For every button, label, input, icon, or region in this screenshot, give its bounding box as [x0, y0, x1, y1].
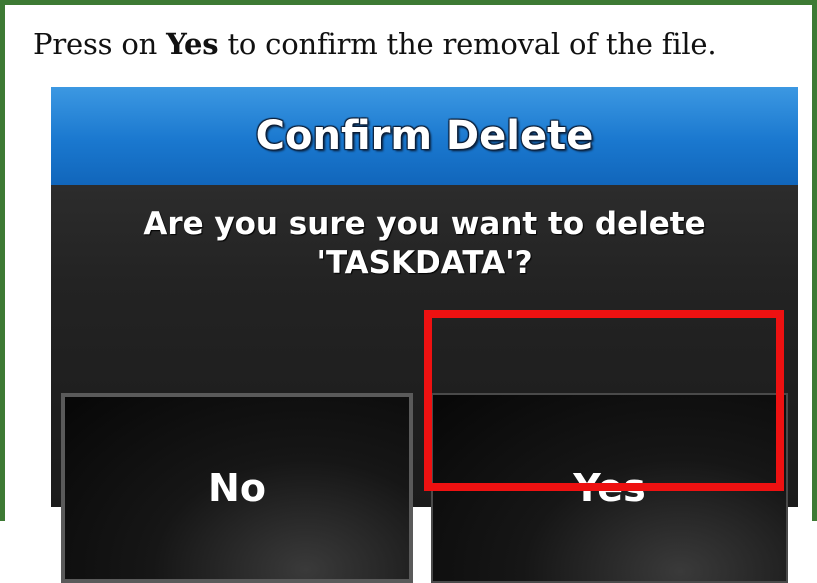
dialog-message: Are you sure you want to delete 'TASKDAT…	[51, 205, 798, 283]
no-button[interactable]: No	[61, 393, 413, 583]
instruction-emphasis: Yes	[166, 27, 219, 61]
confirm-delete-dialog: Confirm Delete Are you sure you want to …	[51, 87, 798, 583]
dialog-title: Confirm Delete	[51, 87, 798, 185]
instruction-text: Press on Yes to confirm the removal of t…	[33, 27, 717, 61]
dialog-body: Are you sure you want to delete 'TASKDAT…	[51, 185, 798, 583]
instruction-prefix: Press on	[33, 27, 167, 61]
dialog-message-line1: Are you sure you want to delete	[143, 206, 706, 242]
document-frame: Press on Yes to confirm the removal of t…	[0, 0, 817, 583]
dialog-message-line2: 'TASKDATA'?	[316, 245, 533, 281]
instruction-suffix: to confirm the removal of the file.	[218, 27, 717, 61]
yes-button[interactable]: Yes	[431, 393, 788, 583]
